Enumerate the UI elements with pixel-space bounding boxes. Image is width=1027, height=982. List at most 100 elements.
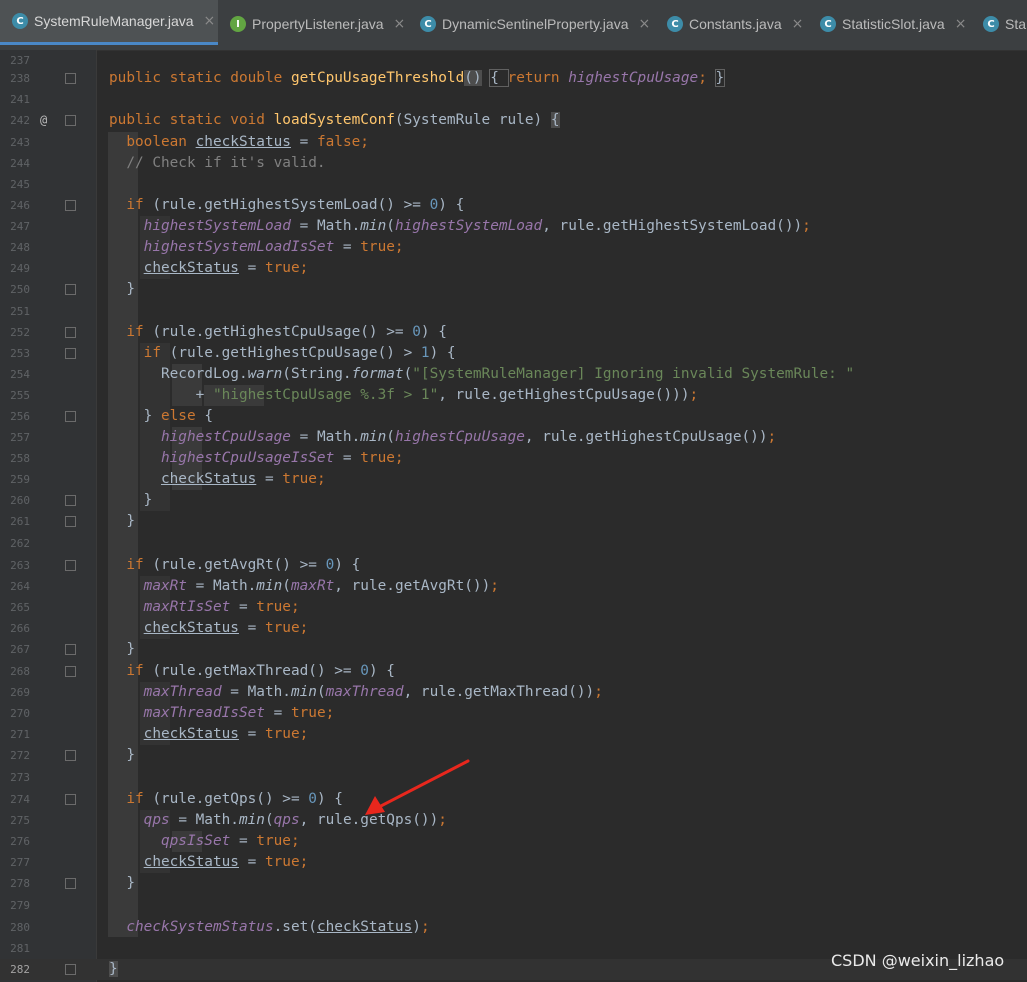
code-line: 263 if (rule.getAvgRt() >= 0) { [0,555,1027,576]
fold-icon[interactable] [65,666,76,677]
code-line: 271 checkStatus = true; [0,724,1027,745]
code-text: maxThread = Math.min(maxThread, rule.get… [143,684,603,700]
class-c-icon: C [12,13,28,29]
code-text: } [109,513,135,529]
code-line: 280 checkSystemStatus.set(checkStatus); [0,917,1027,938]
code-text: } else { [109,408,213,424]
line-number: 247 [10,220,30,233]
class-c-icon: C [420,16,436,32]
code-line: 242 @ public static void loadSystemConf(Sy… [0,110,1027,131]
line-number: 250 [10,283,30,296]
code-line: 255 + "highestCpuUsage %.3f > 1", rule.g… [0,385,1027,406]
close-icon[interactable]: × [792,16,804,32]
line-number: 267 [10,643,30,656]
code-text: checkSystemStatus.set(checkStatus); [126,919,430,935]
line-number: 268 [10,665,30,678]
code-text: // Check if it's valid. [126,155,326,171]
code-line: 269 maxThread = Math.min(maxThread, rule… [0,682,1027,703]
code-line: 257 highestCpuUsage = Math.min(highestCp… [0,427,1027,448]
interface-i-icon: I [230,16,246,32]
line-number: 260 [10,494,30,507]
tab-label: Sta [1005,16,1027,32]
tab-statisticslot[interactable]: C StatisticSlot.java × [820,0,966,48]
fold-icon[interactable] [65,284,76,295]
tab-label: DynamicSentinelProperty.java [442,16,629,32]
code-text: if (rule.getAvgRt() >= 0) { [126,557,361,573]
tab-label: PropertyListener.java [252,16,384,32]
code-text: maxRt = Math.min(maxRt, rule.getAvgRt())… [143,578,499,594]
code-text: if (rule.getHighestCpuUsage() > 1) { [143,345,456,361]
fold-icon[interactable] [65,794,76,805]
code-text: } [109,875,135,891]
line-number: 266 [10,622,30,635]
code-text: RecordLog.warn(String.format("[SystemRul… [109,366,855,382]
tab-systemrulemanager[interactable]: C SystemRuleManager.java × [0,0,218,45]
line-number: 251 [10,305,30,318]
fold-icon[interactable] [65,750,76,761]
line-number: 246 [10,199,30,212]
tab-propertylistener[interactable]: I PropertyListener.java × [230,0,405,48]
line-number: 264 [10,580,30,593]
line-number: 258 [10,452,30,465]
tab-label: Constants.java [689,16,782,32]
code-line: 247 highestSystemLoad = Math.min(highest… [0,216,1027,237]
code-text: public static void loadSystemConf(System… [109,112,560,128]
code-line: 244 // Check if it's valid. [0,153,1027,174]
code-text: if (rule.getHighestSystemLoad() >= 0) { [126,197,465,213]
fold-icon[interactable] [65,73,76,84]
code-line: 279 [0,895,1027,916]
close-icon[interactable]: × [204,13,216,29]
close-icon[interactable]: × [955,16,967,32]
line-number: 241 [10,93,30,106]
code-text: qpsIsSet = true; [160,833,300,849]
code-line: 245 [0,174,1027,195]
code-line: 243 boolean checkStatus = false; [0,132,1027,153]
fold-icon[interactable] [65,115,76,126]
code-text: checkStatus = true; [143,260,309,276]
fold-icon[interactable] [65,495,76,506]
close-icon[interactable]: × [639,16,651,32]
line-number: 254 [10,368,30,381]
code-line: 265 maxRtIsSet = true; [0,597,1027,618]
code-line: 272 } [0,745,1027,766]
tab-dynamicsentinelproperty[interactable]: C DynamicSentinelProperty.java × [420,0,650,48]
fold-icon[interactable] [65,878,76,889]
code-line: 268 if (rule.getMaxThread() >= 0) { [0,661,1027,682]
code-text: public static double getCpuUsageThreshol… [109,69,726,87]
code-text: highestSystemLoad = Math.min(highestSyst… [143,218,811,234]
code-line: 250 } [0,279,1027,300]
line-number: 265 [10,601,30,614]
code-text: highestSystemLoadIsSet = true; [143,239,404,255]
fold-icon[interactable] [65,200,76,211]
fold-icon[interactable] [65,644,76,655]
line-number: 278 [10,877,30,890]
code-text: checkStatus = true; [143,620,309,636]
override-annotation-icon[interactable]: @ [40,110,47,131]
code-line: 249 checkStatus = true; [0,258,1027,279]
class-c-icon: C [820,16,836,32]
fold-icon[interactable] [65,348,76,359]
fold-icon[interactable] [65,516,76,527]
code-text: } [109,641,135,657]
tab-label: SystemRuleManager.java [34,13,194,29]
code-line: 277 checkStatus = true; [0,852,1027,873]
tab-label: StatisticSlot.java [842,16,945,32]
code-text: maxThreadIsSet = true; [143,705,335,721]
fold-icon[interactable] [65,327,76,338]
code-line: 251 [0,301,1027,322]
line-number: 261 [10,515,30,528]
code-line: 253 if (rule.getHighestCpuUsage() > 1) { [0,343,1027,364]
line-number: 272 [10,749,30,762]
fold-icon[interactable] [65,560,76,571]
tab-constants[interactable]: C Constants.java × [667,0,803,48]
line-number: 257 [10,431,30,444]
code-text: + "highestCpuUsage %.3f > 1", rule.getHi… [109,387,699,403]
fold-icon[interactable] [65,411,76,422]
code-editor[interactable]: 237 238 public static double getCpuUsageT… [0,50,1027,982]
close-icon[interactable]: × [394,16,406,32]
fold-icon[interactable] [65,964,76,975]
tab-partial[interactable]: C Sta [983,0,1026,48]
line-number: 248 [10,241,30,254]
code-line: 241 [0,89,1027,110]
line-number: 274 [10,793,30,806]
